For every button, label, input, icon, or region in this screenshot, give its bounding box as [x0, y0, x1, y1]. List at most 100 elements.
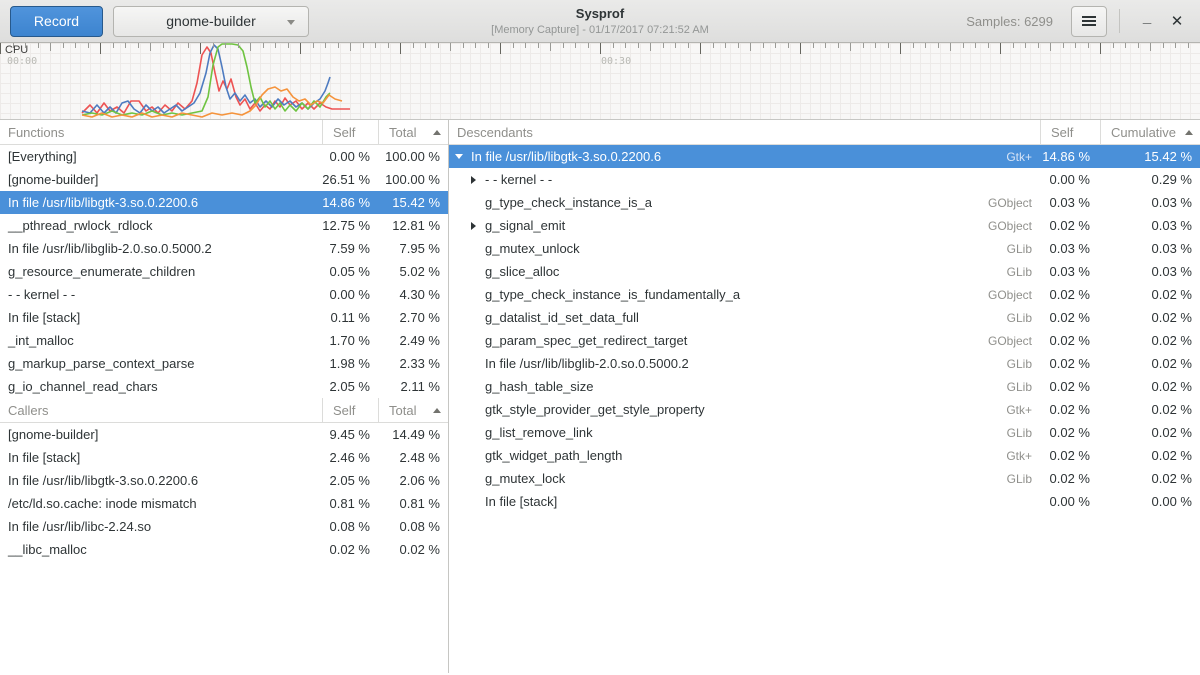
menu-button[interactable]: [1071, 6, 1107, 37]
table-row[interactable]: g_signal_emitGObject0.02 %0.03 %: [449, 214, 1200, 237]
table-row[interactable]: [gnome-builder]26.51 %100.00 %: [0, 168, 448, 191]
ruler-tick: [350, 43, 351, 51]
ruler-tick: [63, 43, 64, 48]
functions-table: [Everything]0.00 %100.00 %[gnome-builder…: [0, 145, 448, 398]
table-row[interactable]: g_mutex_unlockGLib0.03 %0.03 %: [449, 237, 1200, 260]
table-row[interactable]: g_param_spec_get_redirect_targetGObject0…: [449, 329, 1200, 352]
table-row[interactable]: gtk_widget_path_lengthGtk+0.02 %0.02 %: [449, 444, 1200, 467]
ruler-tick: [888, 43, 889, 48]
table-row[interactable]: - - kernel - -0.00 %0.29 %: [449, 168, 1200, 191]
callers-table: [gnome-builder]9.45 %14.49 %In file [sta…: [0, 423, 448, 561]
table-row[interactable]: In file /usr/lib/libglib-2.0.so.0.5000.2…: [0, 237, 448, 260]
table-row[interactable]: g_slice_allocGLib0.03 %0.03 %: [449, 260, 1200, 283]
cpu-timeline-graph[interactable]: CPU 00:00 00:30: [0, 43, 1200, 120]
table-row[interactable]: In file /usr/lib/libgtk-3.so.0.2200.6Gtk…: [449, 145, 1200, 168]
ruler-tick: [1088, 43, 1089, 48]
row-name-cell: g_io_channel_read_chars: [0, 379, 322, 394]
table-row[interactable]: __libc_malloc0.02 %0.02 %: [0, 538, 448, 561]
ruler-tick: [275, 43, 276, 48]
minimize-button[interactable]: _: [1132, 6, 1162, 36]
table-row[interactable]: /etc/ld.so.cache: inode mismatch0.81 %0.…: [0, 492, 448, 515]
self-percent: 12.75 %: [322, 218, 378, 233]
table-row[interactable]: g_mutex_lockGLib0.02 %0.02 %: [449, 467, 1200, 490]
table-row[interactable]: - - kernel - -0.00 %4.30 %: [0, 283, 448, 306]
table-row[interactable]: In file [stack]0.00 %0.00 %: [449, 490, 1200, 513]
table-row[interactable]: g_hash_table_sizeGLib0.02 %0.02 %: [449, 375, 1200, 398]
table-row[interactable]: gtk_style_provider_get_style_propertyGtk…: [449, 398, 1200, 421]
function-name: [gnome-builder]: [8, 427, 98, 442]
ruler-tick: [638, 43, 639, 48]
total-column-header[interactable]: Total: [378, 120, 448, 144]
row-name-cell: [gnome-builder]: [0, 427, 322, 442]
row-name-cell: In file /usr/lib/libgtk-3.so.0.2200.6: [0, 195, 322, 210]
library-category-tag: Gtk+: [1006, 449, 1040, 463]
total-column-header[interactable]: Total: [378, 398, 448, 422]
close-button[interactable]: ✕: [1162, 6, 1192, 36]
ruler-tick: [1100, 43, 1101, 54]
total-percent: 2.49 %: [378, 333, 448, 348]
table-row[interactable]: In file /usr/lib/libglib-2.0.so.0.5000.2…: [449, 352, 1200, 375]
self-column-header[interactable]: Self: [322, 120, 378, 144]
table-row[interactable]: g_markup_parse_context_parse1.98 %2.33 %: [0, 352, 448, 375]
descendants-column-header[interactable]: Descendants: [449, 120, 1040, 144]
library-category-tag: GLib: [1007, 472, 1040, 486]
ruler-tick: [838, 43, 839, 48]
table-row[interactable]: g_io_channel_read_chars2.05 %2.11 %: [0, 375, 448, 398]
table-row[interactable]: g_datalist_id_set_data_fullGLib0.02 %0.0…: [449, 306, 1200, 329]
row-name-cell: In file /usr/lib/libc-2.24.so: [0, 519, 322, 534]
ruler-tick: [163, 43, 164, 48]
row-name-cell: In file /usr/lib/libgtk-3.so.0.2200.6Gtk…: [449, 149, 1040, 164]
ruler-tick: [450, 43, 451, 51]
close-icon: ✕: [1171, 12, 1184, 30]
ruler-tick: [938, 43, 939, 48]
cumulative-column-header[interactable]: Cumulative: [1100, 120, 1200, 144]
table-row[interactable]: [Everything]0.00 %100.00 %: [0, 145, 448, 168]
table-row[interactable]: g_type_check_instance_is_aGObject0.03 %0…: [449, 191, 1200, 214]
self-percent: 2.05 %: [322, 379, 378, 394]
ruler-tick: [988, 43, 989, 48]
table-row[interactable]: __pthread_rwlock_rdlock12.75 %12.81 %: [0, 214, 448, 237]
function-name: [Everything]: [8, 149, 77, 164]
expander-closed-icon[interactable]: [471, 222, 485, 230]
expander-open-icon[interactable]: [455, 154, 471, 159]
ruler-tick: [625, 43, 626, 48]
expander-closed-icon[interactable]: [471, 176, 485, 184]
cumulative-percent: 0.03 %: [1100, 218, 1200, 233]
process-selector-value: gnome-builder: [166, 13, 256, 29]
library-category-tag: GObject: [988, 196, 1040, 210]
ruler-tick: [1188, 43, 1189, 48]
ruler-tick: [113, 43, 114, 48]
table-row[interactable]: _int_malloc1.70 %2.49 %: [0, 329, 448, 352]
function-name: g_mutex_lock: [485, 471, 565, 486]
total-percent: 15.42 %: [378, 195, 448, 210]
process-selector-dropdown[interactable]: gnome-builder: [113, 6, 309, 37]
record-button[interactable]: Record: [10, 6, 103, 37]
table-row[interactable]: In file [stack]0.11 %2.70 %: [0, 306, 448, 329]
table-row[interactable]: In file /usr/lib/libgtk-3.so.0.2200.62.0…: [0, 469, 448, 492]
function-name: __libc_malloc: [8, 542, 87, 557]
function-name: gtk_widget_path_length: [485, 448, 622, 463]
callers-column-header[interactable]: Callers: [0, 398, 322, 422]
table-row[interactable]: In file /usr/lib/libgtk-3.so.0.2200.614.…: [0, 191, 448, 214]
table-row[interactable]: In file [stack]2.46 %2.48 %: [0, 446, 448, 469]
row-name-cell: [gnome-builder]: [0, 172, 322, 187]
row-name-cell: gtk_style_provider_get_style_propertyGtk…: [449, 402, 1040, 417]
ruler-tick: [725, 43, 726, 48]
total-percent: 14.49 %: [378, 427, 448, 442]
functions-column-header[interactable]: Functions: [0, 120, 322, 144]
self-percent: 0.02 %: [1040, 402, 1100, 417]
self-column-header[interactable]: Self: [322, 398, 378, 422]
self-percent: 0.02 %: [1040, 425, 1100, 440]
table-row[interactable]: [gnome-builder]9.45 %14.49 %: [0, 423, 448, 446]
ruler-tick: [600, 43, 601, 54]
self-column-header[interactable]: Self: [1040, 120, 1100, 144]
table-row[interactable]: g_type_check_instance_is_fundamentally_a…: [449, 283, 1200, 306]
table-row[interactable]: g_list_remove_linkGLib0.02 %0.02 %: [449, 421, 1200, 444]
ruler-tick: [388, 43, 389, 48]
table-row[interactable]: In file /usr/lib/libc-2.24.so0.08 %0.08 …: [0, 515, 448, 538]
function-name: g_datalist_id_set_data_full: [485, 310, 639, 325]
ruler-tick: [438, 43, 439, 48]
row-name-cell: g_resource_enumerate_children: [0, 264, 322, 279]
table-row[interactable]: g_resource_enumerate_children0.05 %5.02 …: [0, 260, 448, 283]
total-percent: 2.70 %: [378, 310, 448, 325]
